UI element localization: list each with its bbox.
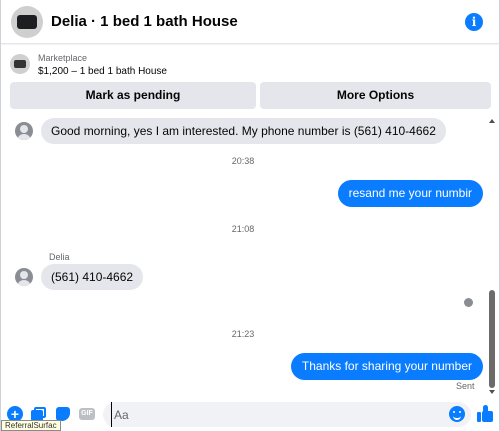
message-bubble[interactable]: Good morning, yes I am interested. My ph… xyxy=(41,118,446,144)
gif-icon[interactable]: GIF xyxy=(79,408,95,420)
message-input-wrapper xyxy=(103,402,471,427)
chat-header: Delia · 1 bed 1 bath House i xyxy=(1,0,499,44)
thumbs-up-icon[interactable] xyxy=(477,405,493,423)
listing-avatar[interactable] xyxy=(11,5,43,38)
listing-thumbnail[interactable] xyxy=(10,54,30,74)
more-options-button[interactable]: More Options xyxy=(260,82,491,109)
scroll-up-icon[interactable] xyxy=(489,119,495,123)
emoji-icon[interactable] xyxy=(449,406,465,422)
incoming-message: Good morning, yes I am interested. My ph… xyxy=(15,118,446,144)
sender-name: Delia xyxy=(49,252,70,262)
timestamp: 21:08 xyxy=(231,224,255,234)
listing-summary[interactable]: $1,200 – 1 bed 1 bath House xyxy=(38,66,167,77)
message-thread[interactable]: Good morning, yes I am interested. My ph… xyxy=(1,116,499,398)
marketplace-label: Marketplace xyxy=(38,53,88,63)
thread-scrollbar[interactable] xyxy=(487,116,497,398)
chat-title[interactable]: Delia · 1 bed 1 bath House xyxy=(51,13,238,30)
incoming-message: (561) 410-4662 xyxy=(15,264,144,290)
marketplace-card: Marketplace $1,200 – 1 bed 1 bath House … xyxy=(1,45,499,115)
tooltip: ReferralSurfac xyxy=(1,420,61,431)
message-composer: + GIF xyxy=(1,398,499,431)
contact-avatar xyxy=(15,122,33,140)
contact-avatar xyxy=(15,268,33,286)
read-receipt-avatar xyxy=(464,298,473,307)
scrollbar-thumb[interactable] xyxy=(489,290,495,388)
mark-as-pending-button[interactable]: Mark as pending xyxy=(10,82,256,109)
info-icon[interactable]: i xyxy=(465,13,483,31)
message-status: Sent xyxy=(456,381,475,391)
chat-window: Delia · 1 bed 1 bath House i Marketplace… xyxy=(0,0,500,431)
outgoing-message-bubble[interactable]: resand me your numbir xyxy=(337,180,483,207)
scroll-down-icon[interactable] xyxy=(489,390,495,394)
outgoing-message-bubble[interactable]: Thanks for sharing your number xyxy=(290,353,483,380)
message-input[interactable] xyxy=(111,402,431,427)
timestamp: 20:38 xyxy=(231,156,255,166)
message-bubble[interactable]: (561) 410-4662 xyxy=(41,264,144,290)
timestamp: 21:23 xyxy=(231,329,255,339)
